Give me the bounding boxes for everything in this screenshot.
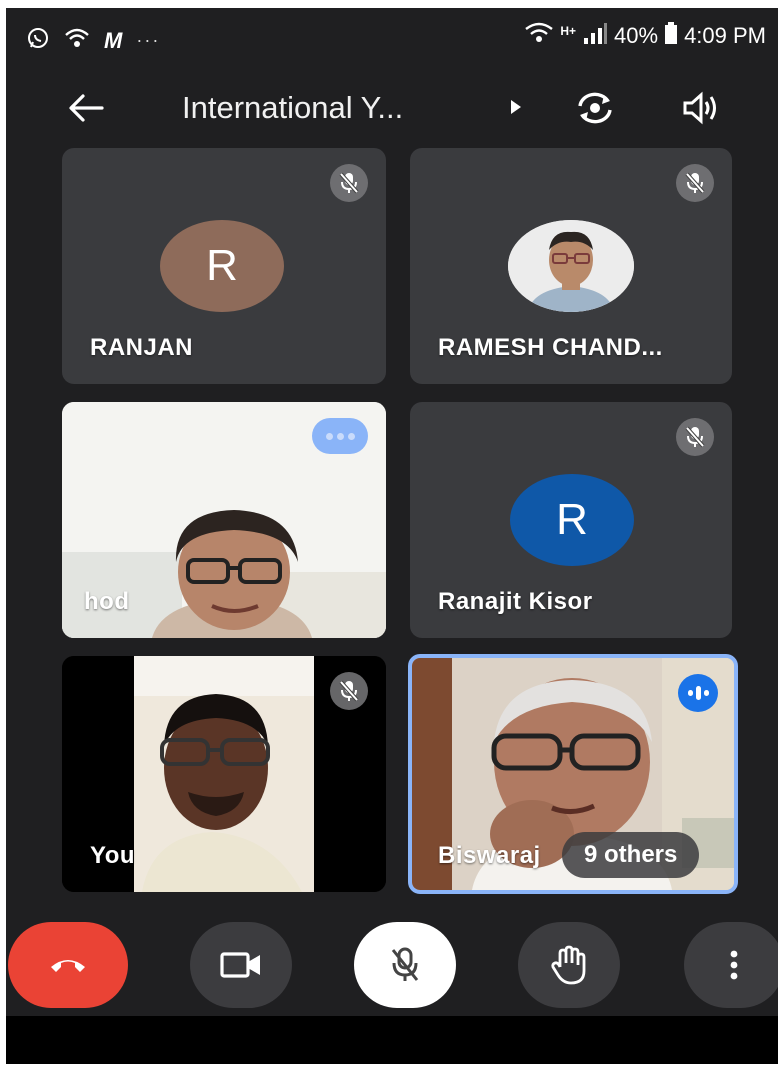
audio-level-icon: [312, 418, 368, 454]
battery-icon: [664, 22, 678, 50]
clock: 4:09 PM: [684, 23, 766, 48]
participant-tile-hod[interactable]: hod: [62, 402, 386, 638]
phone-hangup-icon: [51, 960, 85, 972]
meeting-top-bar: International Y...: [6, 70, 778, 146]
switch-camera-icon: [578, 92, 612, 124]
avatar: R: [160, 220, 284, 312]
wifi-call-icon: [64, 27, 90, 54]
status-bar: M ··· H+ 40% 4:09 PM: [6, 8, 778, 70]
raise-hand-button[interactable]: [518, 922, 620, 1008]
others-count-chip[interactable]: 9 others: [562, 832, 700, 878]
mic-off-icon: [676, 164, 714, 202]
back-button[interactable]: [64, 88, 108, 128]
avatar: R: [510, 474, 634, 566]
speaking-indicator-icon: [678, 674, 718, 712]
participant-name: Biswaraj: [438, 842, 541, 869]
microphone-button[interactable]: [354, 922, 456, 1008]
camera-button[interactable]: [190, 922, 292, 1008]
battery-percent: 40%: [614, 23, 659, 48]
whatsapp-icon: [26, 26, 50, 55]
hand-icon: [551, 945, 586, 985]
mic-off-icon: [330, 672, 368, 710]
participant-tile-ranjan[interactable]: R RANJAN: [62, 148, 386, 384]
participant-name: RAMESH CHAND...: [438, 334, 663, 361]
participant-name: hod: [84, 588, 130, 615]
more-notifications-icon: ···: [136, 30, 161, 50]
notification-icons: M ···: [26, 26, 160, 55]
network-type: H+: [560, 24, 577, 38]
profile-photo: [508, 220, 634, 312]
self-view-tile[interactable]: You: [62, 656, 386, 892]
participant-tile-ramesh[interactable]: RAMESH CHAND...: [410, 148, 732, 384]
meet-call-screen: M ··· H+ 40% 4:09 PM International Y...: [6, 8, 778, 1064]
video-camera-icon: [220, 952, 260, 978]
participant-name: RANJAN: [90, 334, 194, 361]
navigation-bar-area: [6, 1016, 778, 1064]
participant-tile-ranajit[interactable]: R Ranajit Kisor: [410, 402, 732, 638]
speaker-button[interactable]: [678, 86, 724, 130]
mic-off-icon: [676, 418, 714, 456]
more-vertical-icon: [730, 950, 738, 980]
arrow-left-icon: [69, 94, 104, 122]
signal-icon: [582, 22, 608, 50]
mic-off-icon: [330, 164, 368, 202]
participant-name: Ranajit Kisor: [438, 588, 593, 615]
mic-off-icon: [391, 947, 419, 981]
call-controls: [6, 916, 778, 1016]
more-options-button[interactable]: [684, 922, 778, 1008]
speaker-icon: [683, 91, 716, 125]
participant-tile-biswaraj[interactable]: Biswaraj 9 others: [408, 654, 738, 894]
end-call-button[interactable]: [8, 922, 128, 1008]
meeting-title[interactable]: International Y...: [182, 90, 403, 126]
participant-name: You: [90, 842, 136, 869]
gmail-icon: M: [104, 27, 123, 53]
wifi-icon: [524, 22, 554, 50]
system-indicators: H+ 40% 4:09 PM: [524, 22, 766, 50]
chevron-right-icon[interactable]: [511, 100, 521, 114]
switch-camera-button[interactable]: [572, 86, 618, 130]
